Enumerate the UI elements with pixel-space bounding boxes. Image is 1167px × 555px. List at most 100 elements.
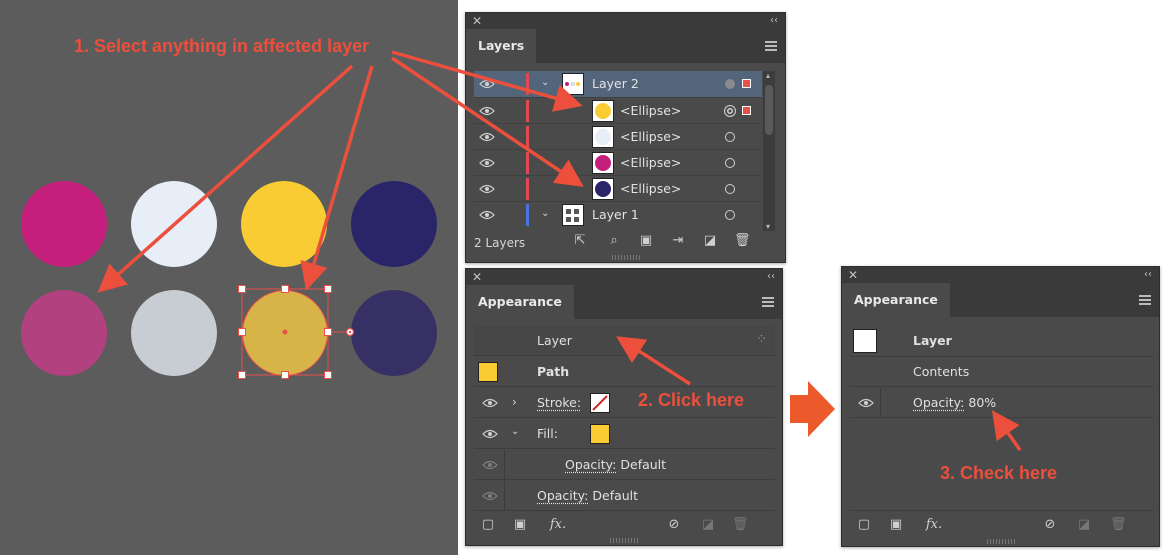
target-circle-icon[interactable] bbox=[725, 79, 735, 89]
close-icon[interactable]: ✕ bbox=[472, 13, 482, 29]
visibility-eye-icon[interactable] bbox=[479, 79, 495, 89]
fx-icon[interactable]: fx. bbox=[546, 517, 570, 533]
appearance-row-opacity[interactable]: Opacity: 80% bbox=[850, 388, 1153, 418]
add-fill-icon[interactable]: ▣ bbox=[512, 517, 528, 533]
collapse-panel-icon[interactable]: ‹‹ bbox=[767, 269, 775, 285]
tab-layers[interactable]: Layers bbox=[466, 29, 537, 63]
layer-row-ellipse[interactable]: <Ellipse> bbox=[474, 175, 762, 201]
appearance-row-contents[interactable]: Contents bbox=[850, 357, 1153, 387]
layer-row-ellipse[interactable]: <Ellipse> bbox=[474, 149, 762, 175]
layer-row-ellipse[interactable]: <Ellipse> bbox=[474, 123, 762, 149]
duplicate-item-icon[interactable]: ◪ bbox=[1076, 517, 1092, 533]
layer-name[interactable]: <Ellipse> bbox=[620, 181, 681, 196]
visibility-eye-icon[interactable] bbox=[479, 158, 495, 168]
layer-row-layer-2[interactable]: ⌄ Layer 2 bbox=[474, 71, 762, 97]
clear-appearance-icon[interactable]: ⊘ bbox=[1042, 517, 1058, 533]
layer-row-layer-1[interactable]: ⌄ Layer 1 bbox=[474, 201, 762, 227]
visibility-eye-icon[interactable] bbox=[482, 460, 498, 470]
new-sublayer-icon[interactable]: ⇥ bbox=[670, 233, 686, 249]
panel-titlebar[interactable]: ✕ ‹‹ bbox=[466, 13, 785, 29]
contents-label[interactable]: Contents bbox=[913, 364, 969, 379]
visibility-eye-icon[interactable] bbox=[482, 429, 498, 439]
panel-menu-icon[interactable] bbox=[762, 297, 774, 307]
layer-name[interactable]: <Ellipse> bbox=[620, 129, 681, 144]
layer-row-ellipse[interactable]: <Ellipse> bbox=[474, 97, 762, 123]
fx-icon[interactable]: fx. bbox=[922, 517, 946, 533]
delete-item-icon[interactable]: 🗑︎ bbox=[732, 517, 749, 533]
appearance-row-fill[interactable]: ⌄ Fill: bbox=[474, 419, 775, 449]
add-stroke-icon[interactable]: ▢ bbox=[856, 517, 872, 533]
stroke-label[interactable]: Stroke: bbox=[537, 395, 581, 410]
visibility-eye-icon[interactable] bbox=[858, 398, 874, 408]
panel-titlebar[interactable]: ✕ ‹‹ bbox=[466, 269, 782, 285]
collapse-panel-icon[interactable]: ‹‹ bbox=[770, 13, 778, 29]
visibility-eye-icon[interactable] bbox=[482, 398, 498, 408]
layer-target-label[interactable]: Layer bbox=[537, 333, 572, 348]
panel-resize-grip[interactable] bbox=[986, 539, 1015, 544]
layer-name[interactable]: Layer 2 bbox=[592, 76, 639, 91]
locate-object-icon[interactable]: ⌕ bbox=[606, 233, 622, 249]
target-circle-icon[interactable] bbox=[725, 210, 735, 220]
layer-name[interactable]: Layer 1 bbox=[592, 207, 639, 222]
scroll-up-icon[interactable]: ▴ bbox=[766, 71, 770, 80]
selection-indicator-icon[interactable] bbox=[742, 79, 751, 88]
visibility-eye-icon[interactable] bbox=[479, 184, 495, 194]
collapse-panel-icon[interactable]: ‹‹ bbox=[1144, 267, 1152, 283]
fill-opacity-row[interactable]: Opacity: Default bbox=[565, 457, 666, 472]
panel-resize-grip[interactable] bbox=[611, 255, 640, 260]
appearance-row-path[interactable]: Path bbox=[474, 357, 775, 387]
layer-label: Layer bbox=[913, 333, 952, 348]
scroll-down-icon[interactable]: ▾ bbox=[766, 222, 770, 231]
appearance-row-fill-opacity[interactable]: Opacity: Default bbox=[474, 450, 775, 480]
appearance-row-opacity[interactable]: Opacity: Default bbox=[474, 481, 775, 511]
chevron-down-icon[interactable]: ⌄ bbox=[511, 426, 519, 437]
target-circle-icon[interactable] bbox=[725, 158, 735, 168]
target-circle-icon[interactable] bbox=[725, 184, 735, 194]
visibility-eye-icon[interactable] bbox=[479, 132, 495, 142]
chevron-right-icon[interactable]: › bbox=[512, 395, 517, 409]
panel-menu-icon[interactable] bbox=[765, 41, 777, 51]
panel-resize-grip[interactable] bbox=[610, 538, 638, 543]
visibility-eye-icon[interactable] bbox=[479, 210, 495, 220]
opacity-row[interactable]: Opacity: Default bbox=[537, 488, 638, 503]
appearance-row-layer[interactable]: Layer ⁘ bbox=[474, 326, 775, 356]
layers-scrollbar[interactable]: ▴ ▾ bbox=[763, 71, 775, 231]
close-icon[interactable]: ✕ bbox=[472, 269, 482, 285]
selection-indicator-icon[interactable] bbox=[742, 106, 751, 115]
add-fill-icon[interactable]: ▣ bbox=[888, 517, 904, 533]
target-circle-icon[interactable] bbox=[724, 105, 736, 117]
close-icon[interactable]: ✕ bbox=[848, 267, 858, 283]
delete-icon[interactable]: 🗑︎ bbox=[734, 233, 751, 249]
panel-menu-icon[interactable] bbox=[1139, 295, 1151, 305]
add-stroke-icon[interactable]: ▢ bbox=[480, 517, 496, 533]
fill-label[interactable]: Fill: bbox=[537, 426, 558, 441]
stroke-none-swatch[interactable] bbox=[590, 393, 610, 413]
selection-bounding-box[interactable] bbox=[0, 0, 458, 555]
target-circle-icon[interactable] bbox=[725, 132, 735, 142]
chevron-down-icon[interactable]: ⌄ bbox=[541, 77, 549, 88]
fill-opacity-label[interactable]: Opacity: bbox=[565, 457, 616, 472]
opacity-label[interactable]: Opacity: bbox=[537, 488, 588, 503]
tab-appearance[interactable]: Appearance bbox=[842, 283, 950, 317]
layer-name[interactable]: <Ellipse> bbox=[620, 103, 681, 118]
appearance-row-layer[interactable]: Layer bbox=[850, 325, 1153, 357]
fill-swatch[interactable] bbox=[590, 424, 610, 444]
visibility-eye-icon[interactable] bbox=[482, 491, 498, 501]
duplicate-item-icon[interactable]: ◪ bbox=[700, 517, 716, 533]
new-layer-icon[interactable]: ◪ bbox=[702, 233, 718, 249]
tab-appearance[interactable]: Appearance bbox=[466, 285, 574, 319]
opacity-row[interactable]: Opacity: 80% bbox=[913, 395, 996, 410]
chevron-down-icon[interactable]: ⌄ bbox=[541, 208, 549, 219]
opacity-value: 80% bbox=[968, 395, 997, 410]
make-clipping-mask-icon[interactable]: ▣ bbox=[638, 233, 654, 249]
panel-titlebar[interactable]: ✕ ‹‹ bbox=[842, 267, 1159, 283]
layer-name[interactable]: <Ellipse> bbox=[620, 155, 681, 170]
visibility-eye-icon[interactable] bbox=[479, 106, 495, 116]
export-icon[interactable]: ⇱ bbox=[572, 233, 588, 249]
appearance-panel-after: ✕ ‹‹ Appearance Layer Contents Opacity: … bbox=[841, 266, 1160, 547]
delete-item-icon[interactable]: 🗑︎ bbox=[1110, 517, 1127, 533]
scrollbar-thumb[interactable] bbox=[765, 85, 773, 135]
clear-appearance-icon[interactable]: ⊘ bbox=[666, 517, 682, 533]
annotation-step-1: 1. Select anything in affected layer bbox=[74, 36, 370, 56]
opacity-label[interactable]: Opacity: bbox=[913, 395, 964, 410]
